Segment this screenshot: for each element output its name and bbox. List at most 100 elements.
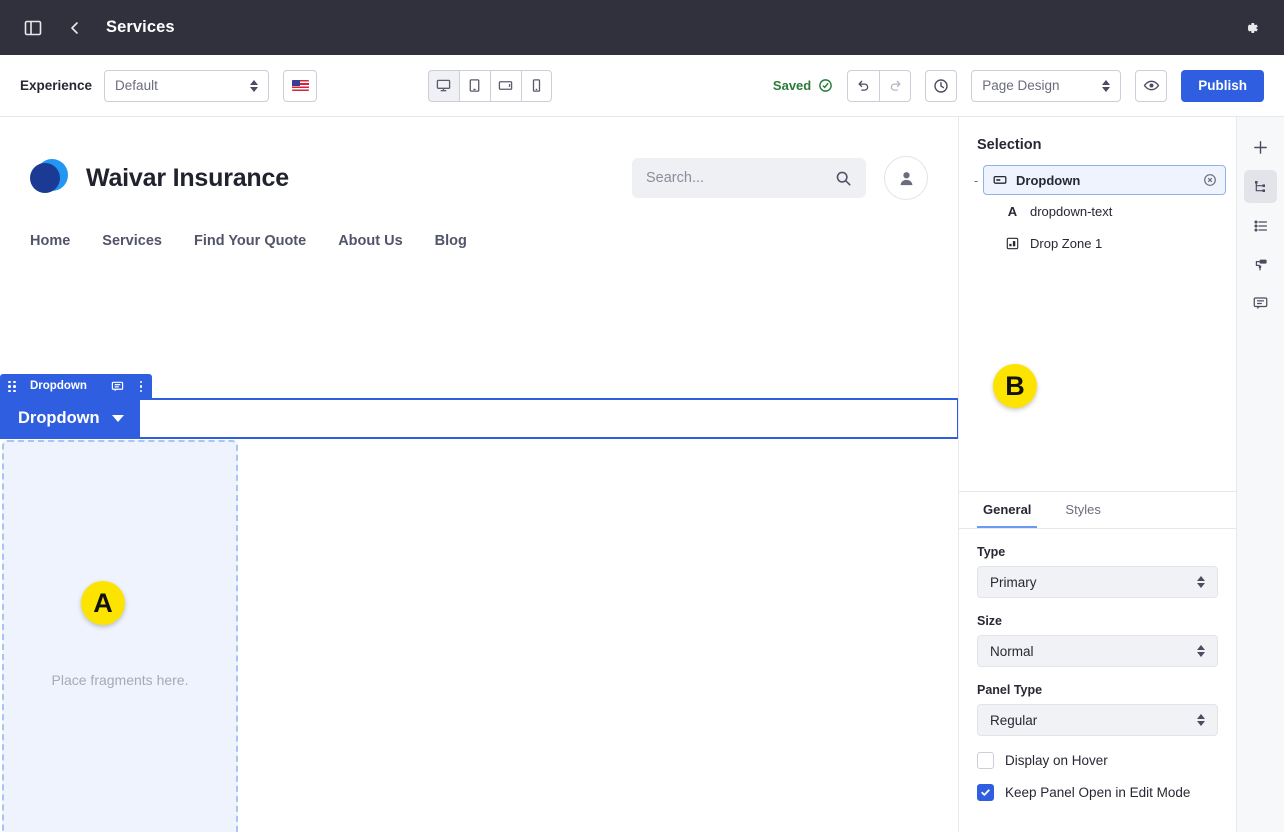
nav-item-services[interactable]: Services (102, 233, 162, 249)
toolbar-right-group: Saved Page Design Publish (773, 69, 1264, 102)
selection-panel-title: Selection (977, 137, 1042, 153)
right-panel: Selection - Dropdown A dropdown-text Dro… (959, 117, 1237, 832)
brush-icon[interactable] (1244, 248, 1277, 281)
field-label-size: Size (977, 614, 1003, 628)
selection-tree: - Dropdown A dropdown-text Drop Zone 1 (959, 153, 1236, 259)
component-toolbar: Dropdown (0, 373, 153, 399)
selected-component: Dropdown Dropdown (0, 370, 958, 439)
field-select-panel-type[interactable]: Regular (977, 704, 1218, 736)
status-badge: Saved (773, 78, 833, 93)
component-toolbar-label: Dropdown (30, 380, 87, 393)
checkbox-label: Display on Hover (1005, 753, 1108, 768)
check-circle-icon (818, 78, 833, 93)
page-mode-value: Page Design (982, 78, 1060, 93)
user-avatar-icon (897, 169, 916, 188)
nav-item-home[interactable]: Home (30, 233, 70, 249)
drop-zone-icon (1005, 236, 1020, 251)
us-flag-icon (291, 80, 309, 91)
search-icon[interactable] (835, 170, 852, 187)
tab-general[interactable]: General (977, 492, 1038, 528)
overlapping-circles-logo-icon (30, 159, 68, 197)
panel-form: Type Primary Size Normal Panel Type Regu… (959, 529, 1236, 832)
undo-redo-group (847, 69, 912, 102)
drag-handle-icon[interactable] (8, 380, 16, 392)
text-icon: A (1007, 203, 1018, 219)
tree-node-dropdown-text[interactable]: A dropdown-text (969, 195, 1226, 227)
tree-row-root: - Dropdown (969, 165, 1226, 195)
brand-title: Waivar Insurance (86, 163, 289, 192)
add-icon[interactable] (1244, 131, 1277, 164)
field-value-panel-type: Regular (990, 712, 1038, 728)
experience-select[interactable]: Default (104, 69, 270, 102)
app-topbar: Services (0, 0, 1284, 55)
page-mode-select[interactable]: Page Design (971, 69, 1122, 102)
account-avatar-button[interactable] (884, 156, 928, 200)
field-select-size[interactable]: Normal (977, 635, 1218, 667)
eye-icon[interactable] (1135, 69, 1168, 102)
site-header: Waivar Insurance Search... Home Services… (0, 117, 958, 249)
nav-item-about-us[interactable]: About Us (338, 233, 402, 249)
language-flag-button[interactable] (283, 69, 318, 102)
field-select-type[interactable]: Primary (977, 566, 1218, 598)
stepper-icon (1197, 714, 1205, 726)
tree-node-label: Dropdown (1016, 172, 1081, 188)
device-preview-group (427, 69, 552, 102)
site-nav: Home Services Find Your Quote About Us B… (0, 233, 958, 249)
device-tablet-button[interactable] (458, 69, 490, 102)
field-label-type: Type (977, 545, 1006, 559)
list-icon[interactable] (1244, 209, 1277, 242)
search-input[interactable]: Search... (632, 158, 866, 198)
tree-child-label: dropdown-text (1030, 203, 1113, 219)
stepper-icon (1197, 576, 1205, 588)
page-title: Services (106, 18, 175, 36)
checkbox-keep-panel-open[interactable]: Keep Panel Open in Edit Mode (977, 784, 1218, 801)
drop-zone-1[interactable]: Place fragments here. (2, 440, 238, 832)
page-canvas: Waivar Insurance Search... Home Services… (0, 117, 959, 832)
checkbox-label: Keep Panel Open in Edit Mode (1005, 785, 1191, 800)
checkbox-box (977, 752, 994, 769)
device-desktop-button[interactable] (427, 69, 459, 102)
panel-tabs: General Styles (959, 491, 1236, 529)
dropdown-button-label: Dropdown (18, 408, 100, 427)
experience-select-value: Default (115, 78, 158, 93)
tree-child-label: Drop Zone 1 (1030, 235, 1103, 251)
field-value-type: Primary (990, 574, 1037, 590)
undo-icon[interactable] (847, 69, 880, 102)
remove-circle-icon[interactable] (1202, 173, 1217, 188)
tree-collapse-toggle[interactable]: - (969, 173, 983, 188)
tab-styles[interactable]: Styles (1059, 492, 1106, 528)
device-mobile-button[interactable] (520, 69, 552, 102)
nav-item-find-your-quote[interactable]: Find Your Quote (194, 233, 306, 249)
comments-icon[interactable] (1244, 287, 1277, 320)
redo-icon[interactable] (879, 69, 912, 102)
topbar-left-group: Services (20, 15, 175, 41)
caret-down-icon (111, 414, 124, 422)
tree-node-dropdown[interactable]: Dropdown (983, 165, 1226, 195)
history-clock-icon[interactable] (925, 69, 958, 102)
dropdown-trigger-button[interactable]: Dropdown (2, 399, 140, 437)
tree-node-drop-zone-1[interactable]: Drop Zone 1 (969, 227, 1226, 259)
annotation-marker-a: A (81, 581, 125, 625)
stepper-icon (1102, 79, 1111, 92)
topbar-right-group (1238, 15, 1264, 41)
kebab-menu-icon[interactable] (139, 380, 143, 392)
nav-item-blog[interactable]: Blog (435, 233, 467, 249)
checkbox-box (977, 784, 994, 801)
main-area: Waivar Insurance Search... Home Services… (0, 117, 1284, 832)
right-icon-rail (1237, 117, 1284, 832)
panel-toggle-icon[interactable] (20, 15, 46, 41)
stepper-icon (1197, 645, 1205, 657)
site-header-top: Waivar Insurance Search... (0, 139, 958, 217)
back-chevron-icon[interactable] (62, 15, 88, 41)
annotation-marker-b: B (993, 364, 1037, 408)
drop-zone-placeholder: Place fragments here. (51, 672, 189, 688)
checkbox-display-on-hover[interactable]: Display on Hover (977, 752, 1218, 769)
comment-icon[interactable] (111, 380, 124, 393)
publish-button[interactable]: Publish (1181, 69, 1264, 102)
site-header-right: Search... (632, 156, 928, 200)
device-landscape-button[interactable] (489, 69, 521, 102)
editor-toolbar: Experience Default Saved Page Design Pub… (0, 55, 1284, 117)
page-structure-icon[interactable] (1244, 170, 1277, 203)
search-placeholder: Search... (646, 170, 705, 186)
gear-icon[interactable] (1238, 15, 1264, 41)
